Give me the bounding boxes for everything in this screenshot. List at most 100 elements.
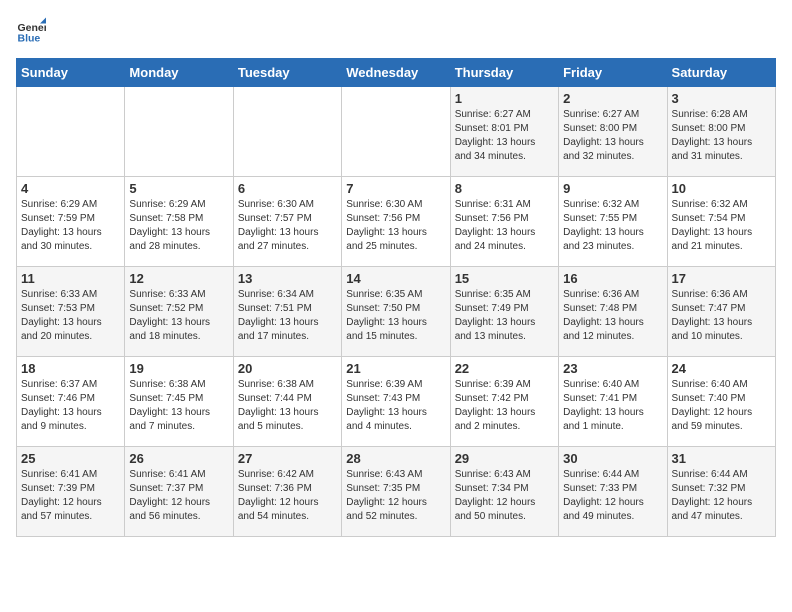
day-number: 22 — [455, 361, 554, 376]
week-row-4: 18 Sunrise: 6:37 AMSunset: 7:46 PMDayligh… — [17, 357, 776, 447]
calendar-cell: 16 Sunrise: 6:36 AMSunset: 7:48 PMDayligh… — [559, 267, 667, 357]
day-number: 18 — [21, 361, 120, 376]
day-number: 8 — [455, 181, 554, 196]
cell-info: Sunrise: 6:42 AMSunset: 7:36 PMDaylight:… — [238, 468, 337, 524]
calendar-cell: 4 Sunrise: 6:29 AMSunset: 7:59 PMDaylight… — [17, 177, 125, 267]
day-number: 28 — [346, 451, 445, 466]
day-number: 16 — [563, 271, 662, 286]
day-number: 14 — [346, 271, 445, 286]
calendar-cell: 9 Sunrise: 6:32 AMSunset: 7:55 PMDaylight… — [559, 177, 667, 267]
logo: General Blue — [16, 16, 50, 46]
cell-info: Sunrise: 6:31 AMSunset: 7:56 PMDaylight:… — [455, 198, 554, 254]
cell-info: Sunrise: 6:40 AMSunset: 7:40 PMDaylight:… — [672, 378, 771, 434]
calendar-cell: 25 Sunrise: 6:41 AMSunset: 7:39 PMDayligh… — [17, 447, 125, 537]
day-number: 4 — [21, 181, 120, 196]
day-number: 1 — [455, 91, 554, 106]
calendar-cell — [233, 87, 341, 177]
day-number: 20 — [238, 361, 337, 376]
calendar-cell: 10 Sunrise: 6:32 AMSunset: 7:54 PMDayligh… — [667, 177, 775, 267]
weekday-header-saturday: Saturday — [667, 59, 775, 87]
calendar-cell — [125, 87, 233, 177]
cell-info: Sunrise: 6:33 AMSunset: 7:52 PMDaylight:… — [129, 288, 228, 344]
calendar-cell: 22 Sunrise: 6:39 AMSunset: 7:42 PMDayligh… — [450, 357, 558, 447]
cell-info: Sunrise: 6:29 AMSunset: 7:58 PMDaylight:… — [129, 198, 228, 254]
week-row-2: 4 Sunrise: 6:29 AMSunset: 7:59 PMDaylight… — [17, 177, 776, 267]
calendar-cell: 12Sunrise: 6:33 AMSunset: 7:52 PMDayligh… — [125, 267, 233, 357]
calendar-cell — [17, 87, 125, 177]
weekday-header-sunday: Sunday — [17, 59, 125, 87]
calendar-cell: 30 Sunrise: 6:44 AMSunset: 7:33 PMDayligh… — [559, 447, 667, 537]
cell-info: Sunrise: 6:44 AMSunset: 7:32 PMDaylight:… — [672, 468, 771, 524]
cell-info: Sunrise: 6:39 AMSunset: 7:42 PMDaylight:… — [455, 378, 554, 434]
weekday-header-wednesday: Wednesday — [342, 59, 450, 87]
day-number: 10 — [672, 181, 771, 196]
calendar-cell: 13 Sunrise: 6:34 AMSunset: 7:51 PMDayligh… — [233, 267, 341, 357]
cell-info: Sunrise: 6:32 AMSunset: 7:54 PMDaylight:… — [672, 198, 771, 254]
week-row-3: 11Sunrise: 6:33 AMSunset: 7:53 PMDayligh… — [17, 267, 776, 357]
calendar-cell: 6Sunrise: 6:30 AMSunset: 7:57 PMDaylight… — [233, 177, 341, 267]
cell-info: Sunrise: 6:37 AMSunset: 7:46 PMDaylight:… — [21, 378, 120, 434]
calendar-cell: 31Sunrise: 6:44 AMSunset: 7:32 PMDayligh… — [667, 447, 775, 537]
logo-icon: General Blue — [16, 16, 46, 46]
day-number: 5 — [129, 181, 228, 196]
cell-info: Sunrise: 6:41 AMSunset: 7:39 PMDaylight:… — [21, 468, 120, 524]
cell-info: Sunrise: 6:35 AMSunset: 7:49 PMDaylight:… — [455, 288, 554, 344]
day-number: 29 — [455, 451, 554, 466]
calendar-cell: 7Sunrise: 6:30 AMSunset: 7:56 PMDaylight… — [342, 177, 450, 267]
page-header: General Blue — [16, 16, 776, 46]
svg-text:Blue: Blue — [18, 33, 41, 45]
day-number: 30 — [563, 451, 662, 466]
day-number: 19 — [129, 361, 228, 376]
calendar-table: SundayMondayTuesdayWednesdayThursdayFrid… — [16, 58, 776, 537]
day-number: 15 — [455, 271, 554, 286]
cell-info: Sunrise: 6:36 AMSunset: 7:48 PMDaylight:… — [563, 288, 662, 344]
weekday-header-friday: Friday — [559, 59, 667, 87]
day-number: 13 — [238, 271, 337, 286]
calendar-cell: 24 Sunrise: 6:40 AMSunset: 7:40 PMDayligh… — [667, 357, 775, 447]
cell-info: Sunrise: 6:29 AMSunset: 7:59 PMDaylight:… — [21, 198, 120, 254]
day-number: 2 — [563, 91, 662, 106]
calendar-cell: 28 Sunrise: 6:43 AMSunset: 7:35 PMDayligh… — [342, 447, 450, 537]
cell-info: Sunrise: 6:38 AMSunset: 7:45 PMDaylight:… — [129, 378, 228, 434]
day-number: 21 — [346, 361, 445, 376]
calendar-cell: 5 Sunrise: 6:29 AMSunset: 7:58 PMDaylight… — [125, 177, 233, 267]
calendar-cell: 23Sunrise: 6:40 AMSunset: 7:41 PMDayligh… — [559, 357, 667, 447]
cell-info: Sunrise: 6:27 AMSunset: 8:01 PMDaylight:… — [455, 108, 554, 164]
calendar-cell: 26Sunrise: 6:41 AMSunset: 7:37 PMDayligh… — [125, 447, 233, 537]
weekday-row: SundayMondayTuesdayWednesdayThursdayFrid… — [17, 59, 776, 87]
week-row-1: 1 Sunrise: 6:27 AMSunset: 8:01 PMDaylight… — [17, 87, 776, 177]
calendar-cell: 29Sunrise: 6:43 AMSunset: 7:34 PMDayligh… — [450, 447, 558, 537]
cell-info: Sunrise: 6:28 AMSunset: 8:00 PMDaylight:… — [672, 108, 771, 164]
calendar-cell: 17 Sunrise: 6:36 AMSunset: 7:47 PMDayligh… — [667, 267, 775, 357]
calendar-cell: 27 Sunrise: 6:42 AMSunset: 7:36 PMDayligh… — [233, 447, 341, 537]
cell-info: Sunrise: 6:43 AMSunset: 7:35 PMDaylight:… — [346, 468, 445, 524]
week-row-5: 25 Sunrise: 6:41 AMSunset: 7:39 PMDayligh… — [17, 447, 776, 537]
cell-info: Sunrise: 6:32 AMSunset: 7:55 PMDaylight:… — [563, 198, 662, 254]
cell-info: Sunrise: 6:38 AMSunset: 7:44 PMDaylight:… — [238, 378, 337, 434]
cell-info: Sunrise: 6:34 AMSunset: 7:51 PMDaylight:… — [238, 288, 337, 344]
calendar-cell: 14 Sunrise: 6:35 AMSunset: 7:50 PMDayligh… — [342, 267, 450, 357]
calendar-cell: 18 Sunrise: 6:37 AMSunset: 7:46 PMDayligh… — [17, 357, 125, 447]
calendar-cell: 21Sunrise: 6:39 AMSunset: 7:43 PMDayligh… — [342, 357, 450, 447]
weekday-header-thursday: Thursday — [450, 59, 558, 87]
day-number: 3 — [672, 91, 771, 106]
calendar-header: SundayMondayTuesdayWednesdayThursdayFrid… — [17, 59, 776, 87]
day-number: 27 — [238, 451, 337, 466]
cell-info: Sunrise: 6:35 AMSunset: 7:50 PMDaylight:… — [346, 288, 445, 344]
day-number: 17 — [672, 271, 771, 286]
calendar-cell: 11Sunrise: 6:33 AMSunset: 7:53 PMDayligh… — [17, 267, 125, 357]
cell-info: Sunrise: 6:44 AMSunset: 7:33 PMDaylight:… — [563, 468, 662, 524]
day-number: 9 — [563, 181, 662, 196]
calendar-cell: 1 Sunrise: 6:27 AMSunset: 8:01 PMDaylight… — [450, 87, 558, 177]
calendar-cell: 8 Sunrise: 6:31 AMSunset: 7:56 PMDaylight… — [450, 177, 558, 267]
day-number: 25 — [21, 451, 120, 466]
day-number: 24 — [672, 361, 771, 376]
day-number: 23 — [563, 361, 662, 376]
cell-info: Sunrise: 6:36 AMSunset: 7:47 PMDaylight:… — [672, 288, 771, 344]
cell-info: Sunrise: 6:30 AMSunset: 7:57 PMDaylight:… — [238, 198, 337, 254]
calendar-cell: 2Sunrise: 6:27 AMSunset: 8:00 PMDaylight… — [559, 87, 667, 177]
calendar-cell — [342, 87, 450, 177]
calendar-cell: 15 Sunrise: 6:35 AMSunset: 7:49 PMDayligh… — [450, 267, 558, 357]
calendar-cell: 20 Sunrise: 6:38 AMSunset: 7:44 PMDayligh… — [233, 357, 341, 447]
calendar-cell: 19 Sunrise: 6:38 AMSunset: 7:45 PMDayligh… — [125, 357, 233, 447]
